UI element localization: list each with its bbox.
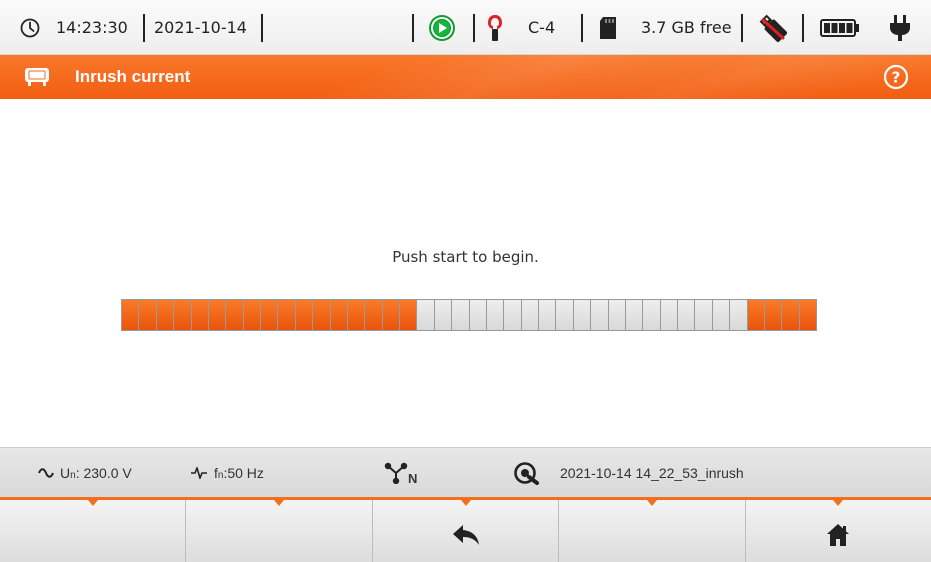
function-button-4[interactable]	[559, 500, 746, 562]
power-plug-icon	[889, 0, 911, 55]
progress-segment-empty	[678, 300, 695, 330]
clamp-label: C-4	[528, 18, 556, 37]
voltage-prefix: U	[60, 465, 71, 481]
progress-segment-filled	[365, 300, 382, 330]
progress-segment-empty	[625, 300, 643, 330]
progress-segment-empty	[573, 300, 591, 330]
status-divider	[412, 14, 414, 42]
status-divider	[473, 14, 475, 42]
progress-bar	[121, 299, 817, 331]
progress-segment-filled	[226, 300, 243, 330]
svg-text:?: ?	[892, 69, 901, 87]
clock-icon	[20, 0, 40, 55]
status-divider	[741, 14, 743, 42]
home-icon	[826, 523, 850, 547]
voltage-value: : 230.0 V	[75, 465, 132, 481]
network-type: N	[384, 448, 417, 498]
progress-segment-filled	[295, 300, 313, 330]
progress-segment-filled	[400, 300, 417, 330]
status-divider	[143, 14, 145, 42]
progress-segment-filled	[174, 300, 191, 330]
progress-segment-filled	[139, 300, 156, 330]
status-date: 2021-10-14	[154, 18, 247, 37]
frequency-value: :50 Hz	[223, 465, 264, 481]
storage-free: 3.7 GB free	[641, 18, 732, 37]
progress-segment-empty	[591, 300, 608, 330]
function-button-2[interactable]	[186, 500, 373, 562]
progress-segment-filled	[261, 300, 278, 330]
function-button-bar	[0, 497, 931, 562]
status-divider	[261, 14, 263, 42]
progress-segment-empty	[608, 300, 625, 330]
progress-segment-empty	[556, 300, 573, 330]
progress-segment-filled	[313, 300, 330, 330]
title-bar: Inrush current ?	[0, 55, 931, 99]
nominal-frequency: f n:50 Hz	[190, 448, 264, 498]
progress-segment-empty	[434, 300, 452, 330]
progress-segment-filled	[382, 300, 399, 330]
status-message: Push start to begin.	[392, 248, 539, 266]
nominal-voltage: Un: 230.0 V	[38, 448, 132, 498]
progress-segment-empty	[504, 300, 521, 330]
progress-segment-filled	[208, 300, 226, 330]
measurement-mode-icon	[24, 67, 50, 92]
progress-segment-filled	[782, 300, 799, 330]
sine-wave-icon	[38, 468, 54, 478]
progress-segment-filled	[764, 300, 782, 330]
progress-segment-empty	[469, 300, 486, 330]
function-button-1[interactable]	[0, 500, 187, 562]
battery-icon	[820, 0, 860, 55]
progress-segment-empty	[417, 300, 434, 330]
progress-segment-filled	[799, 300, 816, 330]
progress-segment-empty	[521, 300, 538, 330]
status-divider	[581, 14, 583, 42]
recording-file: 2021-10-14 14_22_53_inrush	[514, 448, 744, 498]
progress-segment-empty	[660, 300, 677, 330]
progress-segment-filled	[278, 300, 295, 330]
back-arrow-icon	[452, 524, 480, 546]
recording-config-icon	[514, 460, 540, 486]
status-divider	[802, 14, 804, 42]
progress-segment-filled	[330, 300, 347, 330]
progress-segment-empty	[539, 300, 556, 330]
progress-segment-filled	[747, 300, 764, 330]
network-type-icon	[384, 462, 408, 484]
home-button[interactable]	[746, 500, 931, 562]
progress-segment-filled	[122, 300, 139, 330]
status-time: 14:23:30	[56, 18, 128, 37]
progress-segment-empty	[695, 300, 712, 330]
progress-segment-empty	[643, 300, 660, 330]
progress-segment-filled	[156, 300, 174, 330]
progress-segment-filled	[191, 300, 208, 330]
help-icon[interactable]: ?	[883, 64, 909, 95]
progress-segment-empty	[712, 300, 730, 330]
progress-segment-filled	[243, 300, 260, 330]
record-status-icon	[428, 0, 456, 55]
usb-disconnected-icon	[757, 0, 789, 55]
progress-segment-empty	[730, 300, 747, 330]
frequency-icon	[190, 467, 208, 479]
page-title: Inrush current	[75, 67, 191, 86]
info-bar: Un: 230.0 V f n:50 Hz N 2021-10-14 14_22_…	[0, 447, 931, 497]
progress-segment-empty	[452, 300, 469, 330]
progress-segment-empty	[486, 300, 504, 330]
sd-card-icon	[599, 0, 617, 55]
network-type-label: N	[408, 471, 418, 486]
back-button[interactable]	[373, 500, 560, 562]
status-bar: 14:23:30 2021-10-14 C-4 3.7 GB free	[0, 0, 931, 55]
recording-filename: 2021-10-14 14_22_53_inrush	[560, 465, 744, 481]
current-clamp-icon	[486, 0, 504, 55]
progress-segment-filled	[347, 300, 365, 330]
